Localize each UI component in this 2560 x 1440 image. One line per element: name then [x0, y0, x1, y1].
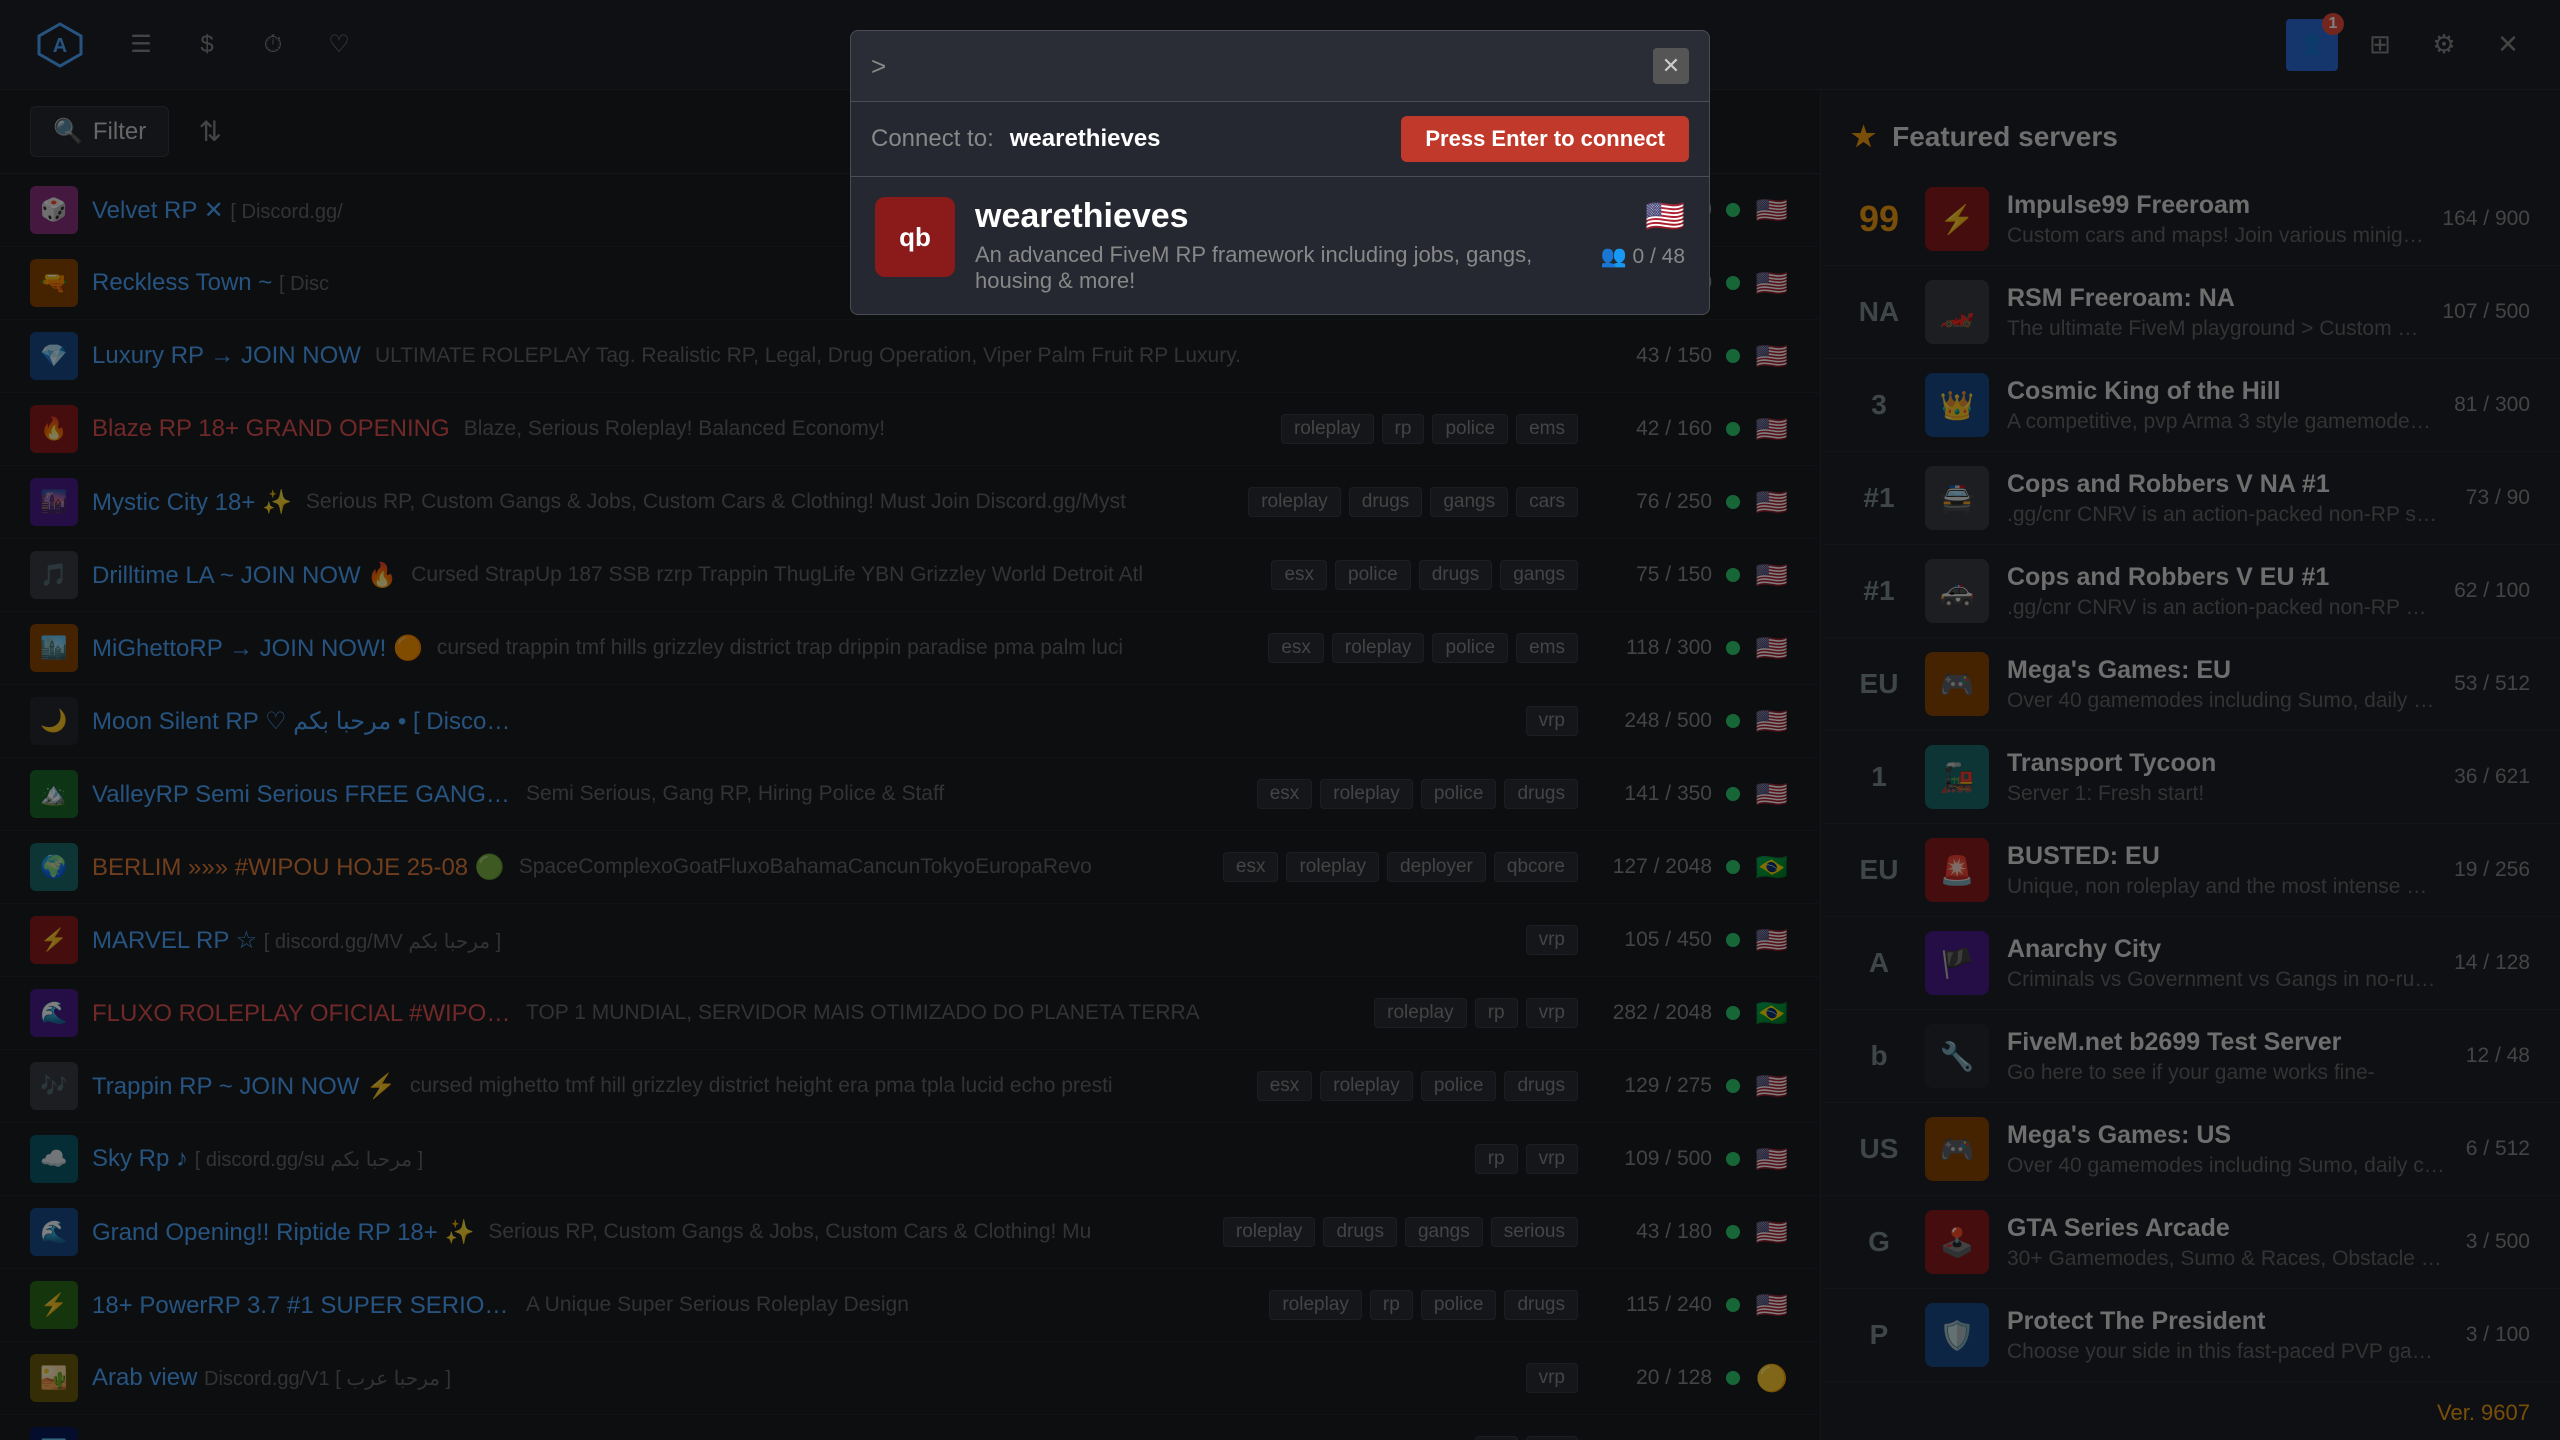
- search-close-button[interactable]: ✕: [1653, 48, 1689, 84]
- press-enter-button[interactable]: Press Enter to connect: [1401, 116, 1689, 162]
- search-input-row: > ✕: [850, 30, 1710, 102]
- connect-to-label: Connect to:: [871, 125, 994, 153]
- search-prompt: >: [871, 51, 886, 82]
- server-preview-card: qb wearethieves An advanced FiveM RP fra…: [850, 177, 1710, 315]
- preview-server-info: wearethieves An advanced FiveM RP framew…: [975, 197, 1580, 294]
- preview-server-icon: qb: [875, 197, 955, 277]
- preview-server-players: 👥 0 / 48: [1600, 245, 1685, 269]
- search-overlay: > ✕ Connect to: wearethieves Press Enter…: [850, 30, 1710, 315]
- preview-server-name: wearethieves: [975, 197, 1580, 236]
- preview-server-desc: An advanced FiveM RP framework including…: [975, 242, 1580, 294]
- connect-to-server-name: wearethieves: [1010, 125, 1161, 153]
- connect-banner: Connect to: wearethieves Press Enter to …: [850, 102, 1710, 177]
- preview-server-right: 🇺🇸 👥 0 / 48: [1600, 197, 1685, 269]
- preview-server-flag: 🇺🇸: [1645, 197, 1685, 235]
